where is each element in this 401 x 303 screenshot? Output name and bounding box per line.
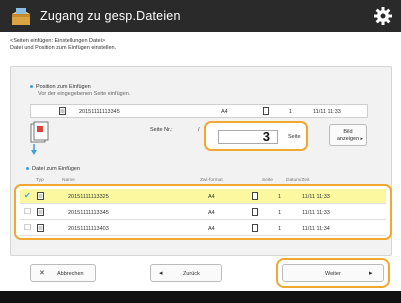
- window-title: Zugang zu gesp.Dateien: [40, 9, 181, 23]
- arrow-left-icon: ◂: [159, 270, 163, 277]
- page-number-field[interactable]: 3 Seite: [204, 121, 308, 151]
- file-list: ✔ 20151111113325 A4 1 11/11 11:33 ☐ 2015…: [14, 184, 392, 240]
- page-number-value: 3: [262, 129, 270, 144]
- bullet-icon: [30, 85, 33, 89]
- column-header-pages[interactable]: Seite: [262, 178, 273, 183]
- page-number-unit: Seite: [288, 134, 301, 140]
- file-row[interactable]: ☐ 20151111113403 A4 1 11/11 11:34: [20, 221, 386, 236]
- instruction-line-2: Datei und Position zum Einfügen einstell…: [10, 45, 117, 51]
- file-size: A4: [208, 210, 215, 216]
- document-icon: [37, 192, 44, 200]
- file-name: 20151111113345: [68, 210, 109, 216]
- bottom-bar: [0, 291, 401, 303]
- cancel-button[interactable]: ✕ Abbrechen: [30, 264, 96, 282]
- file-date: 11/11 11:34: [302, 226, 330, 232]
- document-icon: [37, 224, 44, 232]
- folder-box-icon: [12, 8, 30, 25]
- file-size: A4: [208, 226, 215, 232]
- checkbox-icon: ☐: [24, 223, 32, 232]
- next-button-label: Weiter: [325, 271, 341, 277]
- page-number-separator: /: [198, 127, 200, 133]
- file-row-selected[interactable]: ✔ 20151111113325 A4 1 11/11 11:33: [20, 189, 386, 204]
- position-section-title: Position zum Einfügen: [30, 84, 91, 91]
- paper-icon: [252, 192, 258, 200]
- next-button[interactable]: Weiter ▸: [282, 264, 384, 282]
- bullet-icon: [26, 167, 29, 171]
- back-button[interactable]: ◂ Zurück: [150, 264, 222, 282]
- preview-image-button[interactable]: Bild anzeigen ▸: [329, 124, 367, 146]
- instructions: <Seiten einfügen: Einstellungen Datei> D…: [10, 38, 116, 52]
- checkmark-icon: ✔: [24, 191, 31, 200]
- file-name: 20151111113325: [68, 194, 109, 200]
- document-icon: [59, 107, 66, 115]
- column-header-type[interactable]: Typ: [36, 178, 44, 183]
- column-header-date[interactable]: Datum/Zeit: [286, 178, 309, 183]
- chevron-right-icon: ▸: [360, 135, 363, 142]
- position-row-pages: 1: [289, 109, 293, 115]
- cancel-button-label: Abbrechen: [57, 271, 84, 277]
- paper-icon: [263, 107, 269, 115]
- position-row-date: 11/11 11:33: [313, 109, 341, 115]
- file-name: 20151111113403: [68, 226, 109, 232]
- insert-position-file-row: 20151111113345 A4 1 11/11 11:33: [30, 104, 368, 118]
- file-section-title: Datei zum Einfügen: [26, 166, 80, 173]
- file-date: 11/11 11:33: [302, 194, 330, 200]
- title-bar: Zugang zu gesp.Dateien: [0, 0, 401, 32]
- file-size: A4: [208, 194, 215, 200]
- page-insert-illustration-icon: [30, 121, 49, 155]
- column-header-format[interactable]: Zwi-format: [200, 178, 223, 183]
- paper-icon: [252, 224, 258, 232]
- file-pages: 1: [278, 210, 282, 216]
- paper-icon: [252, 208, 258, 216]
- file-pages: 1: [278, 194, 282, 200]
- file-pages: 1: [278, 226, 282, 232]
- position-row-size: A4: [221, 109, 228, 115]
- document-icon: [37, 208, 44, 216]
- gear-icon[interactable]: [373, 6, 393, 26]
- page-number-label: Seite Nr.:: [150, 127, 173, 133]
- checkbox-icon: ☐: [24, 207, 32, 216]
- file-date: 11/11 11:33: [302, 210, 330, 216]
- instruction-line-1: <Seiten einfügen: Einstellungen Datei>: [10, 38, 106, 44]
- file-row[interactable]: ☐ 20151111113345 A4 1 11/11 11:33: [20, 205, 386, 220]
- close-icon: ✕: [39, 270, 45, 277]
- arrow-right-icon: ▸: [369, 270, 373, 277]
- position-section-subtitle: Vor der eingegebenen Seite einfügen.: [38, 91, 131, 97]
- column-header-name[interactable]: Name: [62, 178, 75, 183]
- position-row-filename: 20151111113345: [79, 109, 120, 115]
- back-button-label: Zurück: [183, 271, 200, 277]
